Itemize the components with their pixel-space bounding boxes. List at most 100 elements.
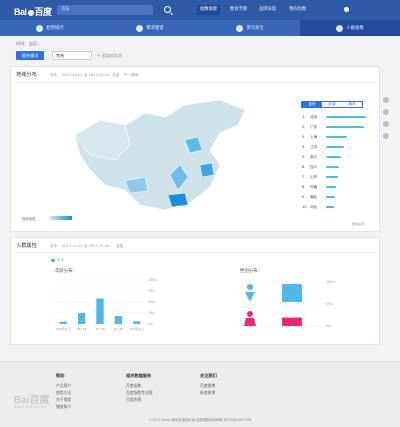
legend-swatch — [51, 259, 55, 262]
female-icon — [247, 311, 253, 317]
y-tick-label: 0% — [326, 324, 331, 328]
keyword-button[interactable]: 搜关键词 — [16, 51, 44, 60]
ranking-row: 9. 湖北 — [302, 195, 368, 200]
province-name: 河南 — [310, 185, 318, 189]
footer-link[interactable]: 使用方法 — [56, 390, 71, 396]
rank-bar — [326, 206, 334, 209]
footer-link[interactable]: 百度热榜 — [126, 397, 141, 403]
divider — [16, 82, 376, 83]
ranking-row: 8. 河南 — [302, 185, 368, 190]
x-tick-label: 50岁及以上 — [129, 327, 144, 331]
rank-number: 10. — [302, 205, 308, 209]
ranking-row: 2. 广东 — [302, 125, 368, 130]
star-icon[interactable] — [383, 109, 389, 115]
province-name: 上海 — [310, 135, 318, 139]
footer-link[interactable]: 百度指数 — [126, 383, 141, 389]
top-bar: Bai 百度 京东 指数探索 数说专题 品牌表现 我的指数 — [0, 0, 400, 20]
age-bar[interactable] — [77, 313, 86, 324]
x-tick-label: 19岁及以下 — [56, 327, 71, 331]
breadcrumb: 时间：当月； — [16, 41, 42, 46]
search-icon[interactable] — [164, 6, 171, 13]
nav-mine[interactable]: 我的指数 — [286, 5, 309, 15]
y-tick-label: 25% — [148, 311, 155, 315]
province-name: 四川 — [310, 165, 318, 169]
baidu-watermark-url: baike.baidu.com — [14, 404, 47, 409]
rank-bar — [326, 126, 365, 129]
ranking-row: 7. 山东 — [302, 175, 368, 180]
help-icon[interactable] — [383, 121, 389, 127]
rank-bar — [326, 146, 344, 149]
news-icon — [236, 24, 244, 32]
trend-icon — [36, 24, 44, 32]
footer-link[interactable]: 关于搜索 — [56, 397, 71, 403]
region-meta-area: 全国 — [112, 73, 120, 77]
pop-legend: 京东 — [57, 258, 65, 262]
search-input[interactable]: 京东 — [57, 5, 153, 15]
nav-explore[interactable]: 指数探索 — [197, 5, 221, 15]
footer-link[interactable]: 产品简介 — [56, 383, 71, 389]
province-name: 江苏 — [310, 145, 318, 149]
rank-number: 9. — [302, 195, 306, 199]
ranking-row: 10. 河北 — [302, 205, 368, 210]
pop-meta-date: 2017-11-01 至 2017-11-30 — [62, 244, 110, 248]
user-icon[interactable] — [344, 7, 349, 12]
rank-bar — [326, 136, 347, 139]
province-name: 山东 — [310, 175, 318, 179]
graph-icon — [136, 24, 144, 32]
rank-bar — [326, 186, 337, 189]
male-icon — [247, 284, 253, 290]
nav-brand[interactable]: 品牌表现 — [256, 5, 279, 15]
ranking-row: 3. 上海 — [302, 135, 368, 140]
region-title: 地域分布 — [16, 72, 37, 78]
age-chart-title: 年龄分布： — [55, 269, 77, 274]
tab-area[interactable]: 区域 — [322, 102, 342, 107]
male-icon-body — [245, 292, 255, 302]
female-bar[interactable] — [282, 317, 302, 326]
population-title: 人群属性 — [16, 243, 37, 249]
age-bar[interactable] — [133, 321, 141, 324]
rank-number: 7. — [302, 175, 306, 179]
rank-bar — [326, 176, 338, 179]
ranking-row: 5. 浙江 — [302, 155, 368, 160]
tab-demand[interactable]: 需求图谱 — [100, 20, 200, 36]
nav-topic[interactable]: 数说专题 — [227, 5, 250, 15]
china-map[interactable] — [70, 95, 280, 220]
region-meta-date: 2017-10-01 至 2017-10-31 — [62, 73, 110, 77]
paw-icon — [27, 9, 34, 16]
add-compare-link[interactable]: + 添加对比词 — [97, 53, 122, 59]
footer-link[interactable]: 百度指数专业版 — [126, 390, 153, 396]
person-icon — [336, 24, 344, 32]
tab-city[interactable]: 城市 — [342, 102, 362, 107]
age-bar[interactable] — [59, 321, 67, 324]
footer-link[interactable]: 播放简介 — [56, 404, 71, 410]
footer-link[interactable]: 百度微博 — [200, 383, 215, 389]
age-bar-chart: 100% 75% 50% 25% 0% 19岁及以下 20~29 30~39 40~49 50岁及… — [54, 278, 157, 331]
pop-meta-keyword: 京东 — [50, 244, 58, 248]
footer-link[interactable]: 新浪微博 — [200, 390, 215, 396]
age-bar[interactable] — [96, 298, 104, 324]
baidu-logo[interactable]: Bai 百度 — [14, 5, 52, 18]
footer-heading: 关注我们 — [200, 373, 217, 378]
gender-chart-title: 性别分布： — [240, 269, 262, 274]
keyword-input[interactable]: 京东 — [52, 51, 92, 60]
rank-number: 3. — [302, 135, 306, 139]
ranking-row: 6. 四川 — [302, 165, 368, 170]
feedback-icon[interactable] — [383, 133, 389, 139]
tab-province[interactable]: 省份 — [302, 102, 322, 107]
rank-number: 4. — [302, 145, 306, 149]
tab-news[interactable]: 资讯关注 — [200, 20, 300, 36]
male-bar[interactable] — [282, 284, 302, 302]
tab-trend[interactable]: 趋势研究 — [0, 20, 100, 36]
tab-audience[interactable]: 人群画像 — [300, 20, 400, 36]
rank-number: 6. — [302, 165, 306, 169]
share-icon[interactable] — [383, 97, 389, 103]
sub-nav: 趋势研究 需求图谱 资讯关注 人群画像 — [0, 20, 400, 36]
footer-heading: 帮助 — [56, 373, 65, 378]
y-tick-label: 100% — [326, 280, 335, 284]
x-tick-label: 30~39 — [95, 327, 105, 331]
footer-heading: 相关数据服务 — [126, 373, 152, 378]
rank-bar — [326, 196, 335, 199]
source-note: 数据来源 — [352, 222, 365, 226]
ranking-row: 1. 北京 — [302, 115, 368, 120]
age-bar[interactable] — [114, 316, 123, 324]
